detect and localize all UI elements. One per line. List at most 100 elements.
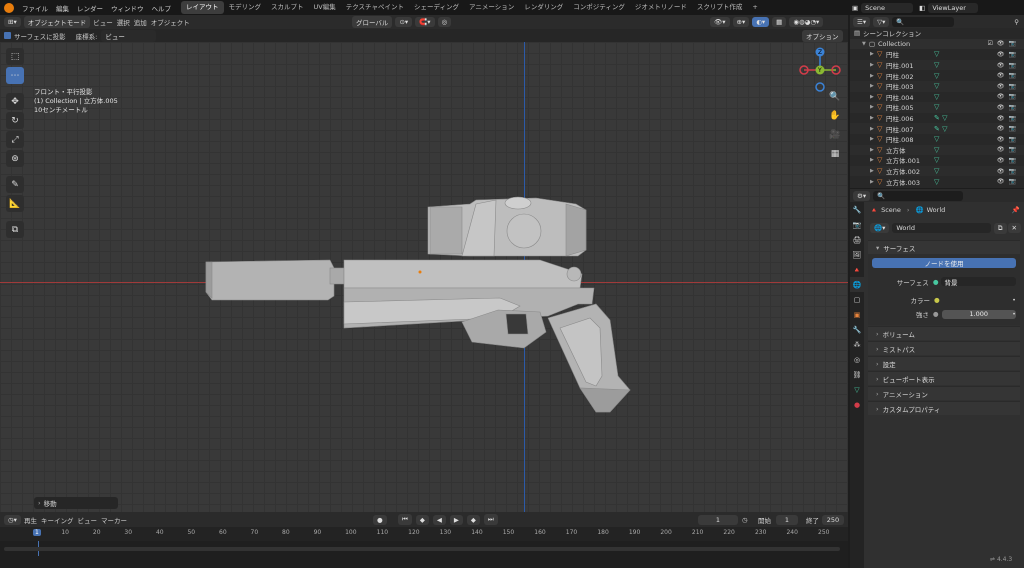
expand-icon[interactable]: ▶ [870,147,877,153]
object-tab-icon[interactable]: ▣ [850,307,864,322]
visibility-icon[interactable]: 👁▾ [710,17,730,27]
visibility-icons[interactable]: 👁📷 [997,51,1020,58]
strength-keyframe-dot[interactable]: • [1012,310,1016,318]
collapsed-panel-header[interactable]: ›アニメーション [868,386,1020,400]
expand-icon[interactable]: ▶ [870,126,877,132]
workspace-tab[interactable]: ジオメトリノード [630,1,692,14]
visibility-icons[interactable]: 👁📷 [997,168,1020,175]
next-key-icon[interactable]: ◆ [467,515,480,525]
tool-tab-icon[interactable]: 🔧 [850,202,864,217]
funnel-icon[interactable]: ⚲ [1014,18,1019,26]
color-socket-icon[interactable]: ● [934,296,940,304]
collapsed-panel-header[interactable]: ›ビューポート表示 [868,371,1020,385]
modifier-tab-icon[interactable]: 🔧 [850,322,864,337]
expand-icon[interactable]: ▶ [870,136,877,142]
material-tab-icon[interactable]: ● [850,397,864,412]
world-browse-icon[interactable]: 🌐▾ [870,223,889,233]
record-icon[interactable]: ● [373,515,387,525]
outliner-object-row[interactable]: ▶▽円柱.002▽👁📷 [850,70,1024,81]
outliner-object-row[interactable]: ▶▽円柱.006✎ ▽👁📷 [850,113,1024,124]
jump-start-icon[interactable]: ⏮ [398,514,412,525]
menu-item[interactable]: ファイル [18,3,52,13]
expand-icon[interactable]: ▶ [870,115,877,121]
expand-icon[interactable]: ▶ [870,83,877,89]
physics-tab-icon[interactable]: ◎ [850,352,864,367]
workspace-tab[interactable]: コンポジティング [568,1,630,14]
current-frame-field[interactable]: 1 [698,515,738,525]
outliner-object-row[interactable]: ▶▽円柱▽👁📷 [850,49,1024,60]
scene-collection-row[interactable]: ▤ シーンコレクション [850,28,1024,39]
expand-icon[interactable]: ▶ [870,94,877,100]
play-icon[interactable]: ▶ [450,515,463,525]
menu-item[interactable]: ヘルプ [148,3,176,13]
expand-icon[interactable]: ▶ [870,51,877,57]
start-frame-field[interactable]: 1 [776,515,798,525]
gizmo-toggle-icon[interactable]: ⊕▾ [733,17,750,27]
collapsed-panel-header[interactable]: ›カスタムプロパティ [868,401,1020,415]
menu-item[interactable]: レンダー [73,3,107,13]
timeline-ruler[interactable]: 1102030405060708090100110120130140150160… [0,527,848,541]
unlink-icon[interactable]: ✕ [1008,223,1021,233]
visibility-icons[interactable]: 👁📷 [997,62,1020,69]
workspace-tab[interactable]: UV編集 [309,1,341,14]
world-name-field[interactable]: World [892,223,991,233]
outliner-object-row[interactable]: ▶▽立方体.001▽👁📷 [850,155,1024,166]
editor-type-button[interactable]: ⊞▾ [4,17,21,27]
world-tab-icon[interactable]: 🌐 [850,277,864,292]
add-workspace-button[interactable]: + [747,1,762,14]
collapsed-panel-header[interactable]: ›ボリューム [868,326,1020,340]
play-reverse-icon[interactable]: ◀ [433,515,446,525]
pin-icon[interactable]: 📌 [1012,206,1020,214]
visibility-icons[interactable]: 👁📷 [997,72,1020,79]
outliner-object-row[interactable]: ▶▽立方体.003▽👁📷 [850,176,1024,187]
menu-item[interactable]: 編集 [52,3,73,13]
visibility-icons[interactable]: 👁📷 [997,83,1020,90]
gun-model[interactable] [0,42,848,512]
outliner-object-row[interactable]: ▶▽円柱.008▽👁📷 [850,134,1024,145]
snap-surface-checkbox[interactable] [4,32,11,39]
outliner-object-row[interactable]: ▶▽円柱.004▽👁📷 [850,92,1024,103]
outliner-search-input[interactable]: 🔍 [892,17,954,27]
properties-search-input[interactable]: 🔍 [873,191,963,201]
visibility-icons[interactable]: 👁📷 [997,115,1020,122]
outliner-object-row[interactable]: ▶▽円柱.001▽👁📷 [850,60,1024,71]
expand-icon[interactable]: ▶ [870,73,877,79]
scene-tab-icon[interactable]: 🔺 [850,262,864,277]
data-tab-icon[interactable]: ▽ [850,382,864,397]
timeline-menu-item[interactable]: 再生 [24,515,37,525]
end-frame-field[interactable]: 250 [822,515,844,525]
menu-item[interactable]: ウィンドウ [107,3,148,13]
use-nodes-button[interactable]: ノードを使用 [872,258,1016,268]
viewport-menu-item[interactable]: 追加 [134,17,147,27]
workspace-tab[interactable]: レンダリング [519,1,568,14]
view-layer-tab-icon[interactable]: 🖼 [850,247,864,262]
expand-icon[interactable]: ▶ [870,179,877,185]
proportional-edit-icon[interactable]: ◎ [438,17,452,27]
visibility-icons[interactable]: 👁📷 [997,178,1020,185]
properties-editor-icon[interactable]: ⚙▾ [853,191,870,201]
timeline-scrollbar[interactable] [4,547,840,551]
visibility-icons[interactable]: 👁📷 [997,136,1020,143]
viewport-menu-item[interactable]: オブジェクト [151,17,190,27]
workspace-tab[interactable]: シェーディング [409,1,464,14]
collection-visibility-icons[interactable]: ☑👁📷 [988,40,1020,47]
blender-logo-icon[interactable] [4,3,14,13]
visibility-icons[interactable]: 👁📷 [997,125,1020,132]
scene-selector[interactable]: Scene [861,3,913,13]
surface-shader-field[interactable]: 背景 [941,277,1016,286]
orientation-selector[interactable]: グローバル [352,16,392,28]
fake-user-icon[interactable]: ⧉ [994,223,1007,234]
jump-end-icon[interactable]: ⏭ [484,514,498,525]
output-tab-icon[interactable]: 🖨 [850,232,864,247]
prev-key-icon[interactable]: ◆ [416,515,429,525]
expand-icon[interactable]: ▶ [870,62,877,68]
scene-icon[interactable]: ▣ [852,4,858,12]
outliner-object-row[interactable]: ▶▽立方体.002▽👁📷 [850,166,1024,177]
surface-panel-header[interactable]: ▾ サーフェス [868,240,1020,254]
viewport-menu-item[interactable]: ビュー [93,17,113,27]
visibility-icons[interactable]: 👁📷 [997,93,1020,100]
orient-selector[interactable]: ビュー [101,30,156,42]
expand-icon[interactable]: ▼ [862,41,869,47]
last-operator-panel[interactable]: › 移動 [34,497,118,509]
workspace-tab[interactable]: テクスチャペイント [341,1,409,14]
